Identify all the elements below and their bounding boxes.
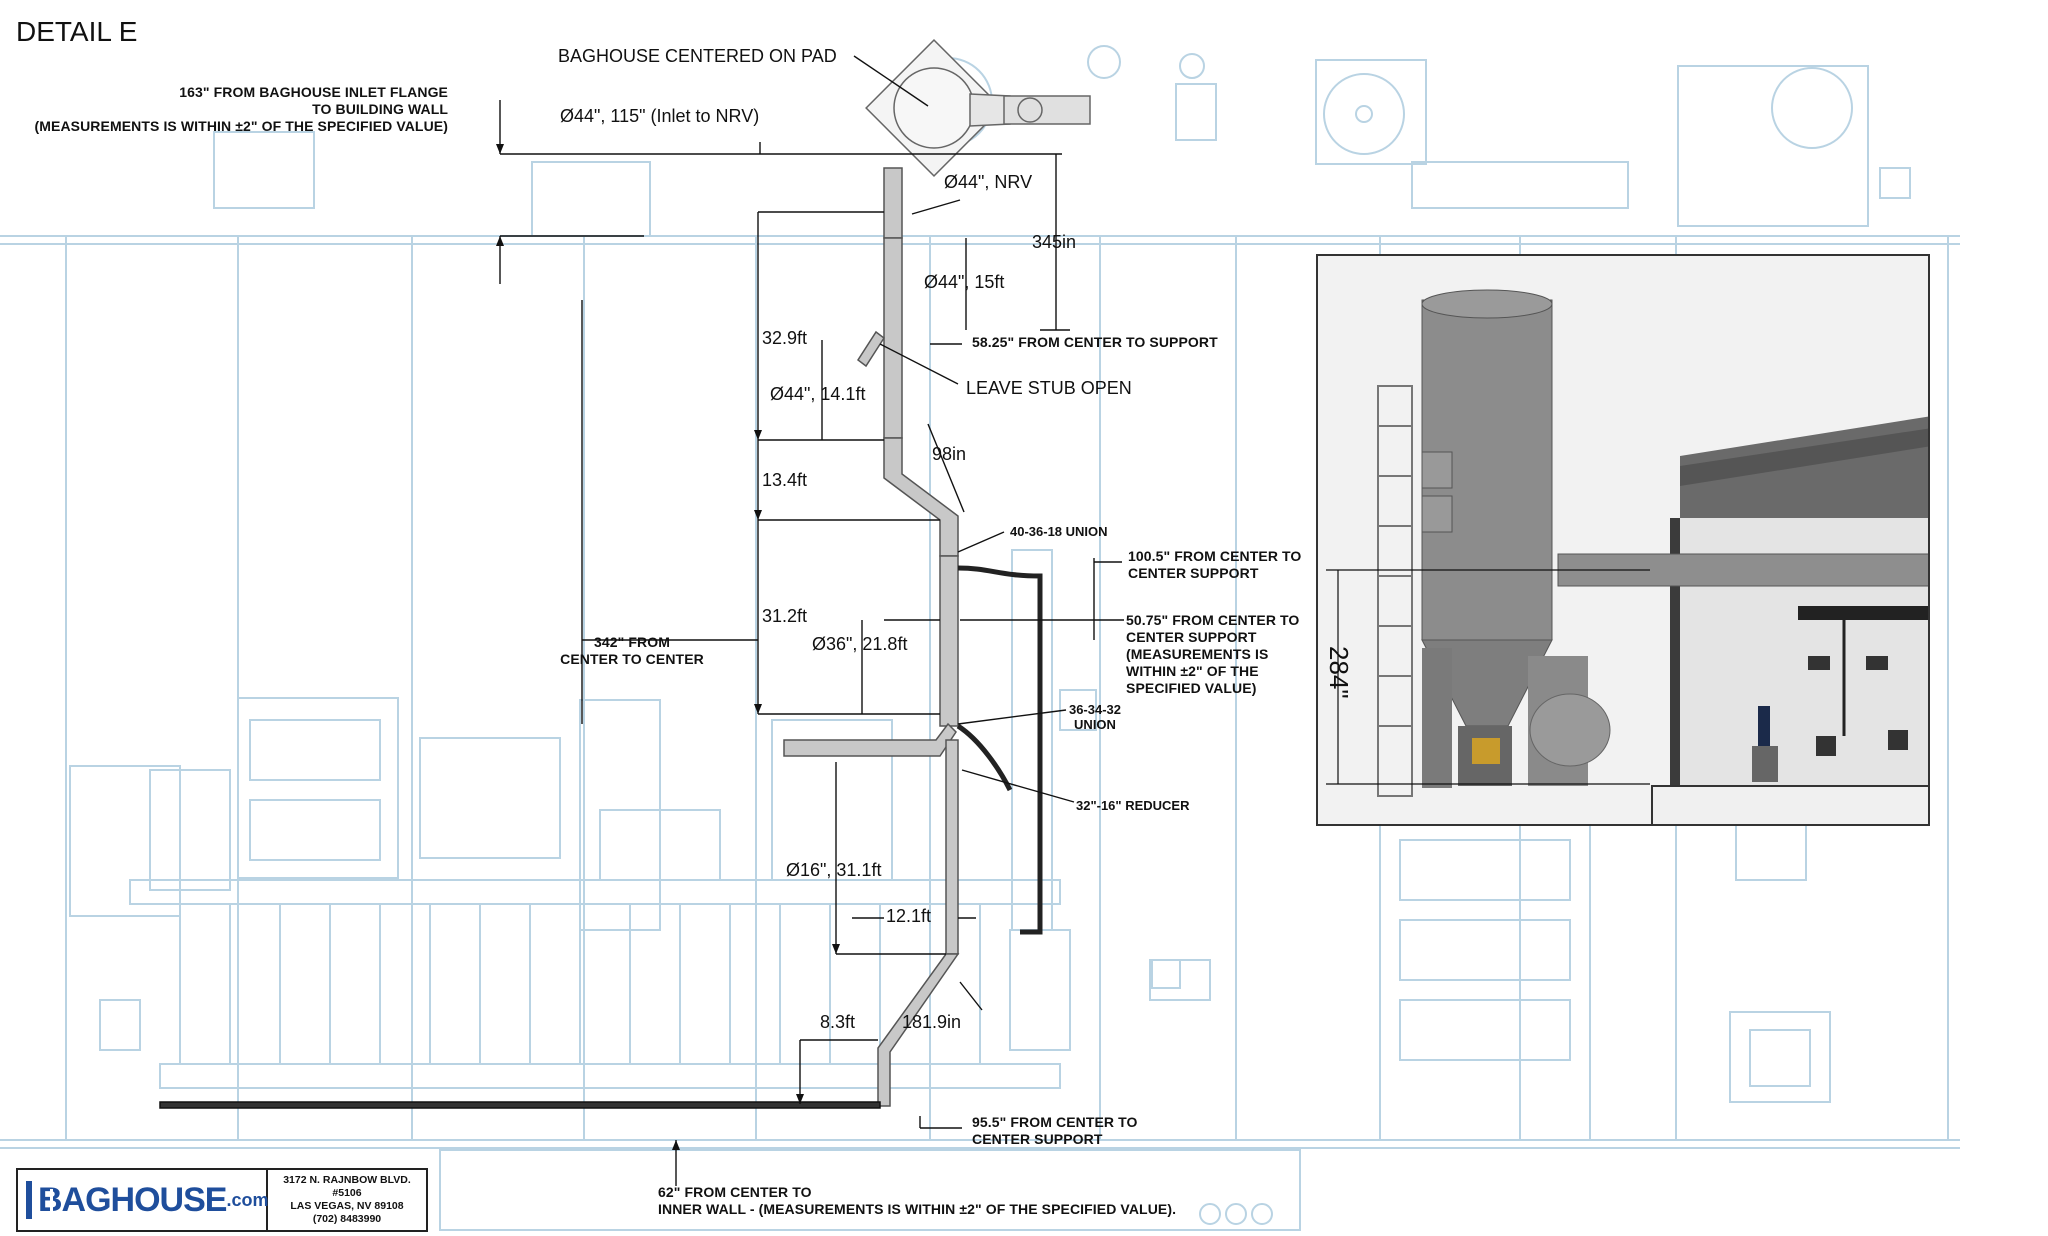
- duct-header: [159, 1101, 881, 1109]
- logo-text: BAGHOUSE: [38, 1180, 227, 1219]
- union-36-34-32-line2: UNION: [1074, 717, 1116, 732]
- company-address: 3172 N. RAJNBOW BLVD. #5106 LAS VEGAS, N…: [268, 1170, 426, 1230]
- duct-44-15ft: [883, 237, 903, 439]
- inlet-nrv-label: Ø44", 115" (Inlet to NRV): [560, 106, 760, 126]
- dim-36-21-8ft: Ø36", 21.8ft: [812, 634, 908, 654]
- c2c-342-line1: 342" FROM: [594, 634, 670, 650]
- dim-16-31-1ft: Ø16", 31.1ft: [786, 860, 882, 880]
- address-line1: 3172 N. RAJNBOW BLVD.: [283, 1174, 411, 1186]
- dim-31-2ft: 31.2ft: [762, 606, 808, 626]
- flange-callout-line1: 163" FROM BAGHOUSE INLET FLANGE: [179, 84, 448, 100]
- c2c-342-line2: CENTER TO CENTER: [560, 651, 704, 667]
- address-line4: (702) 8483990: [312, 1213, 382, 1225]
- company-logo: BAGHOUSE .com: [18, 1170, 268, 1230]
- logo-mark-icon: [26, 1181, 53, 1219]
- baghouse-fan-duct: [1003, 95, 1091, 125]
- support-50-75-line4: WITHIN ±2" OF THE: [1126, 663, 1259, 679]
- support-95-5-line2: CENTER SUPPORT: [972, 1131, 1103, 1147]
- union-40-36-18-callout: 40-36-18 UNION: [1010, 524, 1108, 539]
- duct-16-branch: [783, 722, 957, 757]
- inset-dimension-284: 284": [1324, 646, 1354, 699]
- support-50-75-line2: CENTER SUPPORT: [1126, 629, 1257, 645]
- dim-98in: 98in: [932, 444, 967, 464]
- dim-13-4ft: 13.4ft: [762, 470, 808, 490]
- dim-44-14-1ft: Ø44", 14.1ft: [770, 384, 866, 404]
- support-58-25-callout: 58.25" FROM CENTER TO SUPPORT: [972, 334, 1218, 350]
- support-100-5-line1: 100.5" FROM CENTER TO: [1128, 548, 1302, 564]
- wall-62-line2: INNER WALL - (MEASUREMENTS IS WITHIN ±2"…: [658, 1201, 1177, 1217]
- flange-callout-line2: TO BUILDING WALL: [312, 101, 448, 117]
- baghouse-centered-callout: BAGHOUSE CENTERED ON PAD: [558, 46, 837, 66]
- drawing-sheet: DETAIL E BAGHOUSE CENTERED ON PAD 163" F…: [0, 0, 2048, 1236]
- detail-title: DETAIL E: [16, 16, 138, 47]
- dim-12-1ft: 12.1ft: [886, 906, 932, 926]
- duct-nrv: [883, 167, 903, 239]
- logo-suffix: .com: [226, 1189, 269, 1210]
- title-block: BAGHOUSE .com 3172 N. RAJNBOW BLVD. #510…: [16, 1168, 428, 1232]
- duct-stub-open: [856, 330, 886, 368]
- support-50-75-line5: SPECIFIED VALUE): [1126, 680, 1257, 696]
- union-36-34-32-line1: 36-34-32: [1068, 702, 1122, 717]
- address-line3: LAS VEGAS, NV 89108: [290, 1200, 404, 1212]
- wall-62-line1: 62" FROM CENTER TO: [658, 1184, 812, 1200]
- inset-3d-scene: [1318, 256, 1928, 824]
- address-line2: #5106: [332, 1187, 362, 1199]
- flange-callout-line3: (MEASUREMENTS IS WITHIN ±2" OF THE SPECI…: [34, 118, 448, 134]
- duct-36-21ft: [939, 555, 959, 727]
- dim-44-15ft: Ø44", 15ft: [924, 272, 1005, 292]
- duct-16-main: [945, 739, 959, 955]
- inset-3d-render: [1316, 254, 1930, 826]
- dim-345in: 345in: [1032, 232, 1077, 252]
- support-100-5-line2: CENTER SUPPORT: [1128, 565, 1259, 581]
- support-95-5-line1: 95.5" FROM CENTER TO: [972, 1114, 1138, 1130]
- dim-8-3ft: 8.3ft: [820, 1012, 856, 1032]
- reducer-callout: 32"-16" REDUCER: [1076, 798, 1190, 813]
- dim-32-9ft: 32.9ft: [762, 328, 808, 348]
- support-50-75-line3: (MEASUREMENTS IS: [1126, 646, 1269, 662]
- leave-stub-open-label: LEAVE STUB OPEN: [966, 378, 1132, 398]
- baghouse-pad: [893, 67, 975, 149]
- nrv-label: Ø44", NRV: [944, 172, 1033, 192]
- branch-dust-line: [957, 565, 1043, 935]
- dim-181-9in: 181.9in: [902, 1012, 962, 1032]
- support-50-75-line1: 50.75" FROM CENTER TO: [1126, 612, 1300, 628]
